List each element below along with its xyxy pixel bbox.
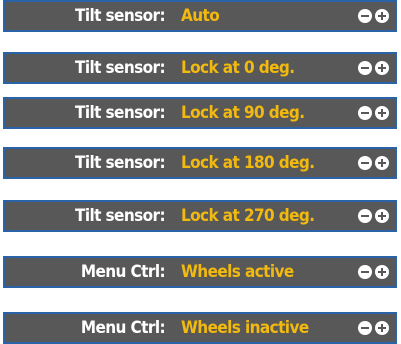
setting-label: Menu Ctrl: xyxy=(80,318,166,338)
setting-value[interactable]: Wheels active xyxy=(181,262,294,282)
plus-circle-icon[interactable] xyxy=(375,265,389,279)
setting-row-tilt-sensor-auto[interactable]: Tilt sensor: Auto xyxy=(3,0,397,32)
minus-circle-icon[interactable] xyxy=(358,61,372,75)
plus-circle-icon[interactable] xyxy=(375,209,389,223)
plus-circle-icon[interactable] xyxy=(375,106,389,120)
value-stepper xyxy=(358,61,389,75)
value-stepper xyxy=(358,209,389,223)
plus-circle-icon[interactable] xyxy=(375,61,389,75)
setting-label: Tilt sensor: xyxy=(75,206,166,226)
minus-circle-icon[interactable] xyxy=(358,9,372,23)
setting-label: Tilt sensor: xyxy=(75,58,166,78)
setting-value[interactable]: Lock at 0 deg. xyxy=(181,58,295,78)
minus-circle-icon[interactable] xyxy=(358,106,372,120)
setting-row-menu-ctrl-wheels-inactive[interactable]: Menu Ctrl: Wheels inactive xyxy=(3,312,397,344)
setting-label: Tilt sensor: xyxy=(75,103,166,123)
value-stepper xyxy=(358,106,389,120)
setting-value[interactable]: Lock at 270 deg. xyxy=(181,206,315,226)
value-stepper xyxy=(358,265,389,279)
setting-value[interactable]: Lock at 180 deg. xyxy=(181,153,315,173)
setting-value[interactable]: Wheels inactive xyxy=(181,318,309,338)
setting-value[interactable]: Lock at 90 deg. xyxy=(181,103,305,123)
plus-circle-icon[interactable] xyxy=(375,9,389,23)
setting-label: Tilt sensor: xyxy=(75,6,166,26)
minus-circle-icon[interactable] xyxy=(358,321,372,335)
minus-circle-icon[interactable] xyxy=(358,156,372,170)
setting-label: Tilt sensor: xyxy=(75,153,166,173)
plus-circle-icon[interactable] xyxy=(375,321,389,335)
minus-circle-icon[interactable] xyxy=(358,265,372,279)
setting-row-menu-ctrl-wheels-active[interactable]: Menu Ctrl: Wheels active xyxy=(3,256,397,288)
minus-circle-icon[interactable] xyxy=(358,209,372,223)
setting-row-tilt-sensor-lock-90[interactable]: Tilt sensor: Lock at 90 deg. xyxy=(3,97,397,129)
value-stepper xyxy=(358,156,389,170)
setting-row-tilt-sensor-lock-270[interactable]: Tilt sensor: Lock at 270 deg. xyxy=(3,200,397,232)
setting-value[interactable]: Auto xyxy=(181,6,220,26)
setting-row-tilt-sensor-lock-180[interactable]: Tilt sensor: Lock at 180 deg. xyxy=(3,147,397,179)
setting-label: Menu Ctrl: xyxy=(80,262,166,282)
plus-circle-icon[interactable] xyxy=(375,156,389,170)
setting-row-tilt-sensor-lock-0[interactable]: Tilt sensor: Lock at 0 deg. xyxy=(3,52,397,84)
value-stepper xyxy=(358,321,389,335)
value-stepper xyxy=(358,9,389,23)
